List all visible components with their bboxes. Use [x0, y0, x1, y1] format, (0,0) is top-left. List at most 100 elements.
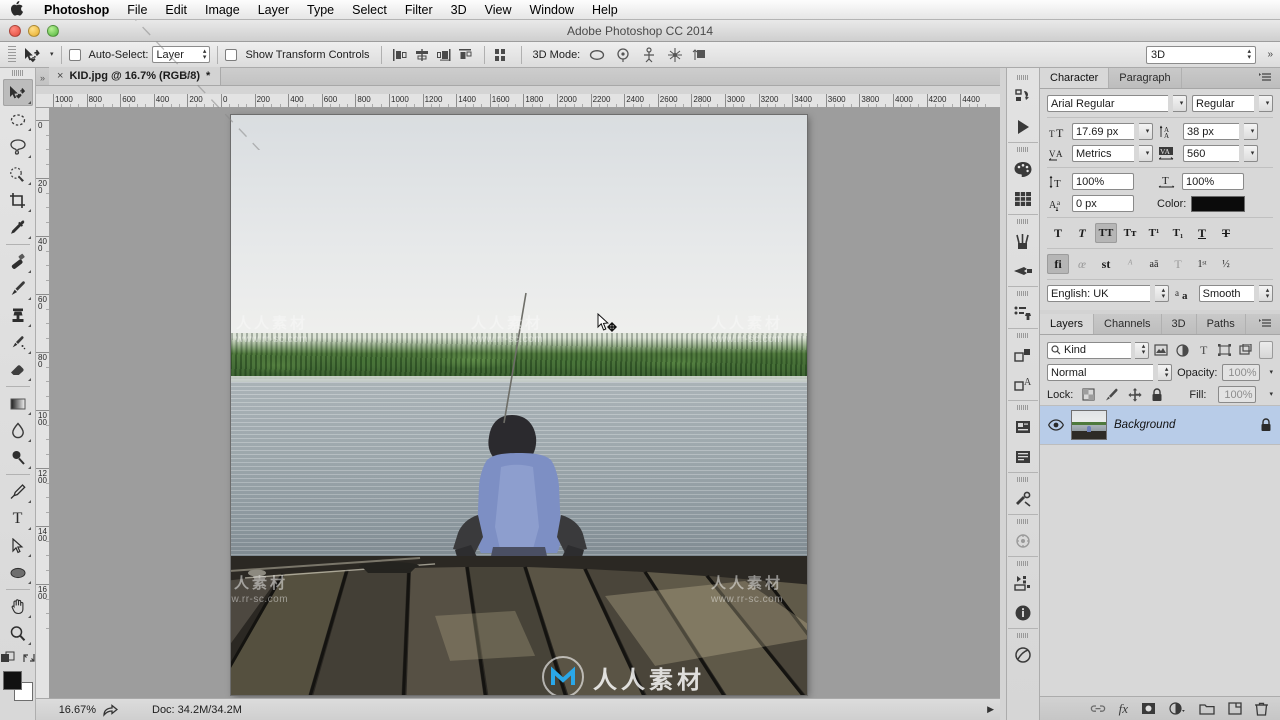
vertical-scale-field[interactable]: 100%: [1072, 173, 1134, 190]
tool-gradient[interactable]: [3, 390, 33, 417]
contextual-alternates-button[interactable]: œ: [1071, 254, 1093, 274]
rail-grip[interactable]: [1017, 633, 1029, 638]
tool-ellipse[interactable]: [3, 559, 33, 586]
document-canvas[interactable]: 人人素材 www.rr-sc.com 人人素材 www.rr-sc.com 人人…: [231, 115, 807, 695]
menu-item-image[interactable]: Image: [196, 0, 249, 20]
faux-bold-button[interactable]: T: [1047, 223, 1069, 243]
scale-3d-icon[interactable]: [688, 44, 714, 66]
tool-blur[interactable]: [3, 417, 33, 444]
kerning-chevron-icon[interactable]: ▾: [1139, 145, 1153, 162]
actions-play-icon[interactable]: [1008, 112, 1038, 142]
rail-grip[interactable]: [1017, 477, 1029, 482]
small-caps-button[interactable]: Tт: [1119, 223, 1141, 243]
blend-mode-field[interactable]: Normal: [1047, 364, 1154, 381]
menu-item-edit[interactable]: Edit: [156, 0, 196, 20]
filter-type-icon[interactable]: T: [1195, 341, 1212, 359]
swap-colors-icon[interactable]: [22, 651, 36, 665]
tab-3d[interactable]: 3D: [1162, 314, 1197, 334]
titling-alternates-button[interactable]: T: [1167, 254, 1189, 274]
tab-paragraph[interactable]: Paragraph: [1109, 68, 1182, 88]
tabstrip-overflow-icon[interactable]: »: [36, 73, 49, 85]
tool-type[interactable]: T: [3, 505, 33, 532]
rail-grip[interactable]: [1017, 219, 1029, 224]
superscript-button[interactable]: T¹: [1143, 223, 1165, 243]
tool-move[interactable]: [2, 79, 33, 106]
language-chevron-icon[interactable]: ▴ ▾: [1154, 285, 1169, 302]
font-family-field[interactable]: Arial Regular: [1047, 95, 1168, 112]
lock-icon[interactable]: [1260, 418, 1272, 432]
delete-layer-icon[interactable]: [1255, 702, 1268, 716]
text-color-swatch[interactable]: [1191, 195, 1246, 212]
tool-path-selection[interactable]: [3, 532, 33, 559]
roll-3d-icon[interactable]: [610, 44, 636, 66]
layer-filter-chevron-icon[interactable]: ▴ ▾: [1135, 341, 1149, 359]
menu-item-file[interactable]: File: [118, 0, 156, 20]
document-tab[interactable]: × KID.jpg @ 16.7% (RGB/8) *: [49, 67, 222, 85]
zoom-level[interactable]: 16.67%: [36, 704, 102, 716]
font-size-chevron-icon[interactable]: ▾: [1139, 123, 1153, 140]
font-style-field[interactable]: Regular: [1192, 95, 1254, 112]
styles-icon[interactable]: A: [1008, 370, 1038, 400]
rail-grip[interactable]: [1017, 405, 1029, 410]
discretionary-ligatures-button[interactable]: st: [1095, 254, 1117, 274]
align-left-edges-icon[interactable]: [389, 45, 411, 65]
timeline-icon[interactable]: [1008, 568, 1038, 598]
tool-healing-brush[interactable]: [3, 248, 33, 275]
tool-lasso[interactable]: [3, 133, 33, 160]
canvas-area[interactable]: 人人素材 www.rr-sc.com 人人素材 www.rr-sc.com 人人…: [50, 108, 1000, 698]
lock-position-icon[interactable]: [1128, 387, 1142, 402]
tool-presets-icon[interactable]: [1008, 484, 1038, 514]
color-swatches[interactable]: [2, 671, 33, 701]
rail-grip[interactable]: [1017, 75, 1029, 80]
rail-grip[interactable]: [1017, 519, 1029, 524]
leading-chevron-icon[interactable]: ▾: [1244, 123, 1258, 140]
auto-select-target-dropdown[interactable]: Layer ▴ ▾: [152, 46, 211, 63]
tool-eyedropper[interactable]: [3, 214, 33, 241]
share-icon[interactable]: [102, 703, 118, 717]
menu-item-layer[interactable]: Layer: [249, 0, 298, 20]
menu-item-3d[interactable]: 3D: [442, 0, 476, 20]
filter-smart-object-icon[interactable]: [1237, 341, 1254, 359]
slide-3d-icon[interactable]: [662, 44, 688, 66]
notes-icon[interactable]: [1008, 640, 1038, 670]
add-layer-mask-icon[interactable]: [1141, 702, 1156, 715]
antialias-field[interactable]: Smooth: [1198, 285, 1255, 302]
menu-item-select[interactable]: Select: [343, 0, 396, 20]
swash-button[interactable]: ᴬ: [1119, 254, 1141, 274]
layer-row-background[interactable]: Background: [1040, 405, 1280, 445]
tracking-field[interactable]: 560: [1183, 145, 1239, 162]
fill-chevron-icon[interactable]: ▾: [1269, 391, 1273, 398]
tool-quick-selection[interactable]: [3, 160, 33, 187]
font-style-chevron-icon[interactable]: ▾: [1259, 95, 1273, 112]
panel-menu-icon[interactable]: [1259, 72, 1275, 84]
new-layer-icon[interactable]: [1228, 702, 1242, 715]
options-bar-grip[interactable]: [8, 45, 16, 64]
tool-dodge[interactable]: [3, 444, 33, 471]
lock-transparent-pixels-icon[interactable]: [1082, 388, 1095, 401]
lock-all-icon[interactable]: [1151, 387, 1163, 402]
underline-button[interactable]: T: [1191, 223, 1213, 243]
paragraph-styles-icon[interactable]: [1008, 442, 1038, 472]
rail-grip[interactable]: [1017, 147, 1029, 152]
menu-item-photoshop[interactable]: Photoshop: [35, 0, 118, 20]
tool-clone-stamp[interactable]: [3, 302, 33, 329]
align-right-edges-icon[interactable]: [433, 45, 455, 65]
show-transform-controls-checkbox[interactable]: [225, 48, 238, 61]
subscript-button[interactable]: T₁: [1167, 223, 1189, 243]
filter-pixel-icon[interactable]: [1153, 341, 1170, 359]
workspace-selector[interactable]: 3D ▴ ▾: [1146, 45, 1256, 64]
opacity-chevron-icon[interactable]: ▾: [1269, 369, 1273, 376]
rail-grip[interactable]: [1017, 291, 1029, 296]
opacity-field[interactable]: 100%: [1222, 364, 1261, 381]
tool-zoom[interactable]: [3, 620, 33, 647]
baseline-shift-field[interactable]: 0 px: [1072, 195, 1134, 212]
tracking-chevron-icon[interactable]: ▾: [1244, 145, 1258, 162]
new-adjustment-layer-icon[interactable]: [1169, 702, 1186, 715]
tool-brush[interactable]: [3, 275, 33, 302]
drag-3d-icon[interactable]: [636, 44, 662, 66]
tool-eraser[interactable]: [3, 356, 33, 383]
filter-power-icon[interactable]: [1258, 341, 1273, 359]
tool-crop[interactable]: [3, 187, 33, 214]
3d-icon[interactable]: [1008, 526, 1038, 556]
all-caps-button[interactable]: TT: [1095, 223, 1117, 243]
